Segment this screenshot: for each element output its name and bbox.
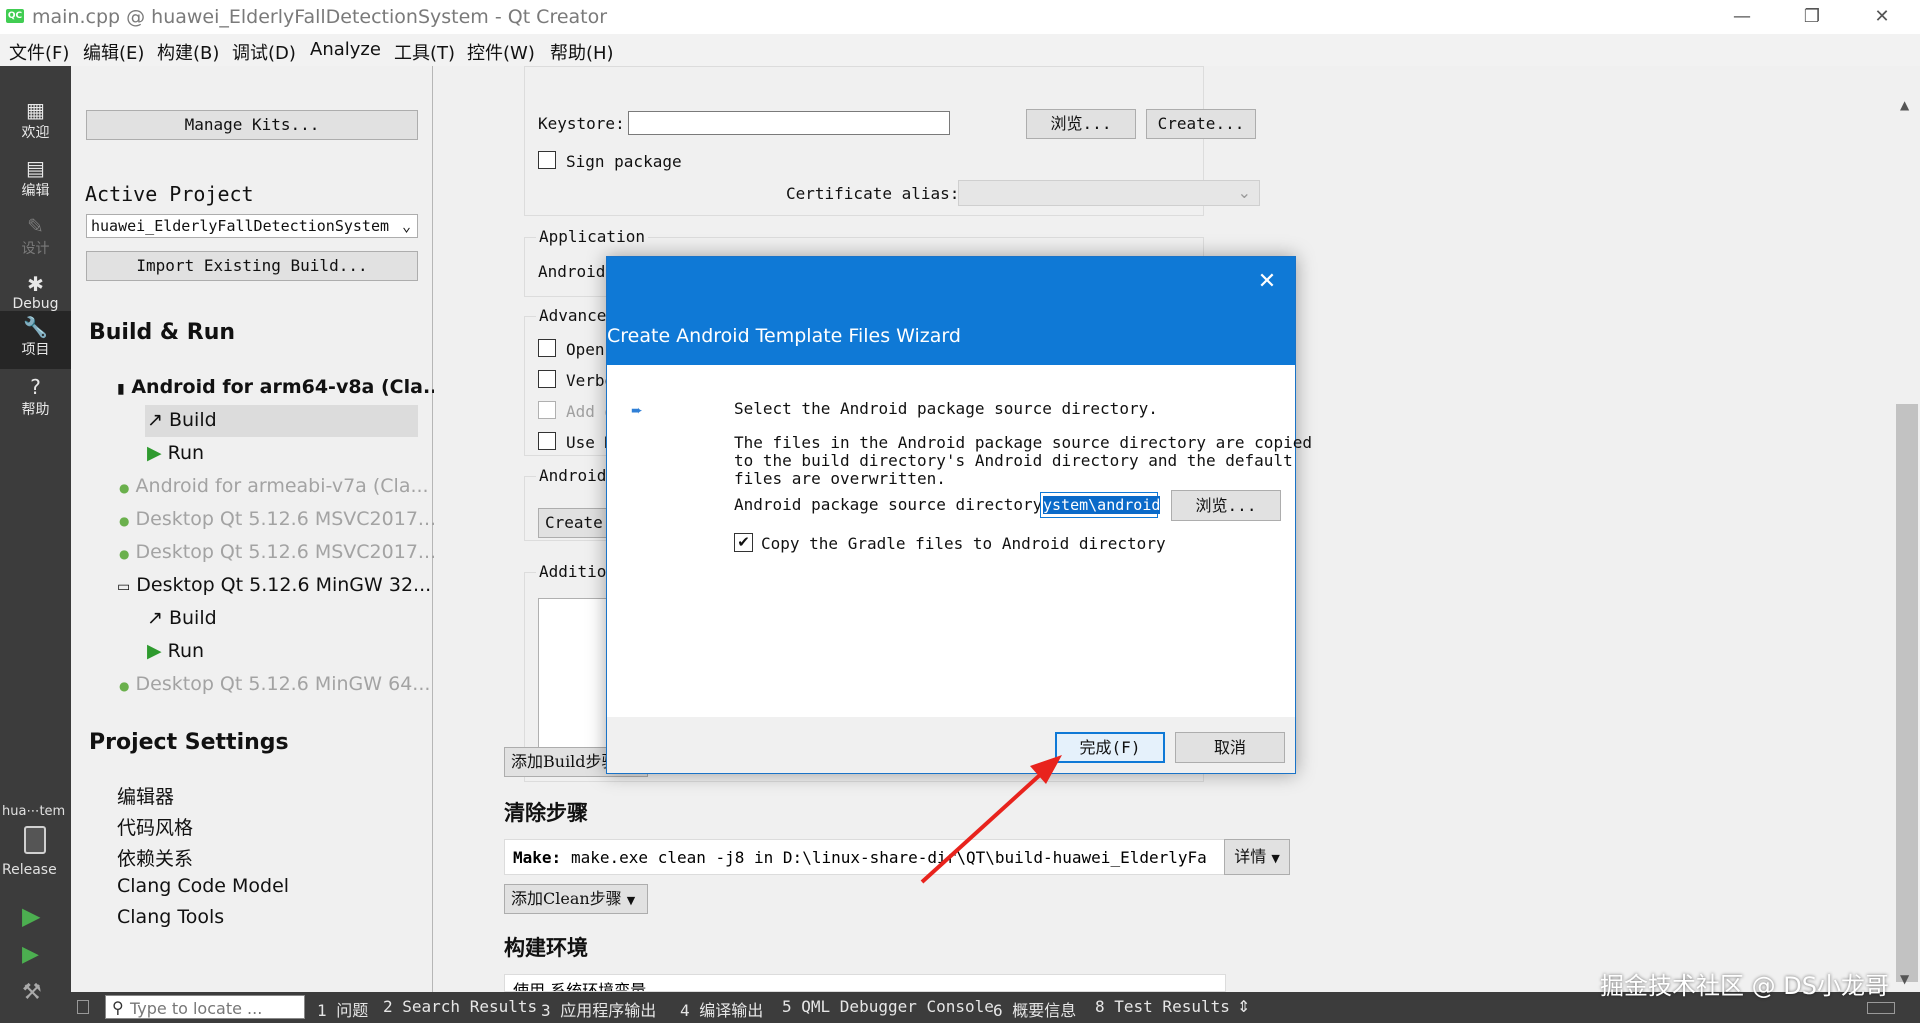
watermark: 掘金技术社区 @ DS小龙哥 xyxy=(1600,972,1889,1000)
annotation-arrow-line xyxy=(920,762,1054,884)
annotation-arrow-overlay xyxy=(920,755,1062,884)
